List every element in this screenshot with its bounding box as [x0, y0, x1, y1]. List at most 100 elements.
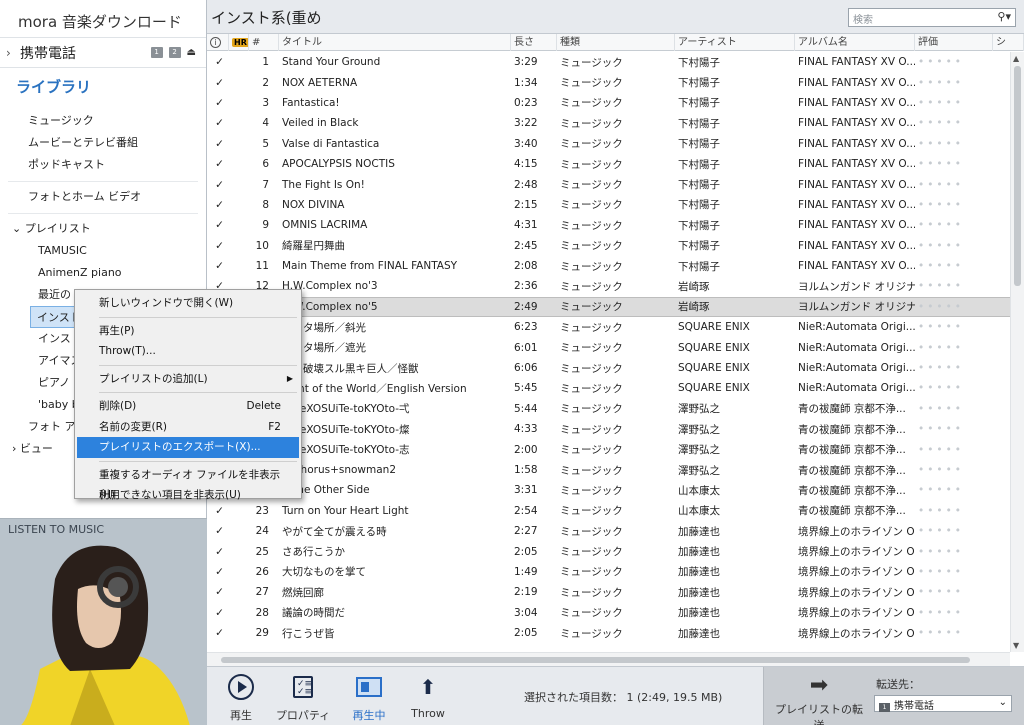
table-row[interactable]: ✓ 24 やがて全てが震える時 2:27 ミュージック 加藤達也 境界線上のホライゾン O.…: [207, 521, 1010, 541]
table-row[interactable]: ✓ 11 Main Theme from FINAL FANTASY 2:08 ミュージ…: [207, 256, 1010, 276]
table-row[interactable]: ✓ 1 Stand Your Ground 3:29 ミュージック 下村陽子 FINAL F…: [207, 52, 1010, 72]
rating-stars[interactable]: •••••: [915, 179, 993, 191]
menu-item-rename[interactable]: 名前の変更(R) F2: [75, 417, 301, 438]
rating-stars[interactable]: •••••: [915, 321, 993, 333]
table-row[interactable]: ✓Ue-eXOSUiTe-toKYOto-志2:00ミュージック澤野弘之青の祓魔…: [207, 439, 1010, 459]
checkbox-checked-icon[interactable]: ✓: [207, 158, 229, 170]
rating-stars[interactable]: •••••: [915, 97, 993, 109]
table-row[interactable]: ✓osphorus+snowman21:58ミュージック澤野弘之青の祓魔師 京都…: [207, 460, 1010, 480]
table-row[interactable]: ✓テラ破壊スル黒キ巨人／怪獣6:06ミュージックSQUARE ENIXNieR:…: [207, 358, 1010, 378]
table-row[interactable]: ✓Ue-eXOSUiTe-toKYOto-燦4:33ミュージック澤野弘之青の祓魔…: [207, 419, 1010, 439]
table-row[interactable]: ✓ 2 NOX AETERNA 1:34 ミュージック 下村陽子 FINAL FANTASY…: [207, 72, 1010, 92]
rating-stars[interactable]: •••••: [915, 342, 993, 354]
scroll-thumb[interactable]: [221, 657, 970, 663]
table-row[interactable]: ✓ 4 Veiled in Black 3:22 ミュージック 下村陽子 FINAL FAN…: [207, 113, 1010, 133]
sidebar-playlist-item[interactable]: TAMUSIC: [0, 240, 206, 262]
menu-item-export-playlist[interactable]: プレイリストのエクスポート(X)...: [77, 437, 299, 458]
column-info[interactable]: i: [207, 33, 229, 51]
checkbox-checked-icon[interactable]: ✓: [207, 77, 229, 89]
transfer-playlist-button[interactable]: ➡ プレイリストの転送: [774, 671, 864, 725]
checkbox-checked-icon[interactable]: ✓: [207, 566, 229, 578]
rating-stars[interactable]: •••••: [915, 627, 993, 639]
table-row[interactable]: ✓Ue-eXOSUiTe-toKYOto-弌5:44ミュージック澤野弘之青の祓魔…: [207, 399, 1010, 419]
checkbox-checked-icon[interactable]: ✓: [207, 586, 229, 598]
transfer-destination-select[interactable]: 1 携帯電話 ⌄: [874, 695, 1012, 712]
column-rating[interactable]: 評価: [915, 33, 993, 51]
menu-item-delete[interactable]: 削除(D) Delete: [75, 396, 301, 417]
checkbox-checked-icon[interactable]: ✓: [207, 97, 229, 109]
rating-stars[interactable]: •••••: [915, 158, 993, 170]
rating-stars[interactable]: •••••: [915, 505, 993, 517]
column-hr[interactable]: HR: [229, 33, 249, 51]
rating-stars[interactable]: •••••: [915, 382, 993, 394]
rating-stars[interactable]: •••••: [915, 444, 993, 456]
checkbox-checked-icon[interactable]: ✓: [207, 138, 229, 150]
menu-item-throw[interactable]: Throw(T)...: [75, 341, 301, 362]
menu-item-open-new-window[interactable]: 新しいウィンドウで開く(W): [75, 293, 301, 314]
table-row[interactable]: ✓eight of the World／English Version5:45ミ…: [207, 378, 1010, 398]
menu-item-play[interactable]: 再生(P): [75, 321, 301, 342]
rating-stars[interactable]: •••••: [915, 260, 993, 272]
rating-stars[interactable]: •••••: [915, 199, 993, 211]
rating-stars[interactable]: •••••: [915, 403, 993, 415]
rating-stars[interactable]: •••••: [915, 484, 993, 496]
horizontal-scrollbar[interactable]: [207, 652, 1010, 666]
sidebar-item-podcasts[interactable]: ポッドキャスト: [0, 154, 206, 176]
checkbox-checked-icon[interactable]: ✓: [207, 179, 229, 191]
checkbox-checked-icon[interactable]: ✓: [207, 219, 229, 231]
rating-stars[interactable]: •••••: [915, 362, 993, 374]
table-row[interactable]: ✓ 10 綺羅星円舞曲 2:45 ミュージック 下村陽子 FINAL FANTASY XV …: [207, 236, 1010, 256]
eject-icon[interactable]: ⏏: [187, 47, 196, 58]
table-row[interactable]: ✓サレタ場所／遮光6:01ミュージックSQUARE ENIXNieR:Autom…: [207, 337, 1010, 357]
table-row[interactable]: ✓ 7 The Fight Is On! 2:48 ミュージック 下村陽子 FINAL FA…: [207, 174, 1010, 194]
scroll-thumb[interactable]: [1014, 66, 1021, 286]
table-row[interactable]: ✓ 9 OMNIS LACRIMA 4:31 ミュージック 下村陽子 FINAL FANTA…: [207, 215, 1010, 235]
vertical-scrollbar[interactable]: ▲ ▼: [1010, 52, 1024, 652]
rating-stars[interactable]: •••••: [915, 56, 993, 68]
checkbox-checked-icon[interactable]: ✓: [207, 117, 229, 129]
library-heading[interactable]: ライブラリ: [0, 68, 206, 110]
table-row[interactable]: ✓ 3 Fantastica! 0:23 ミュージック 下村陽子 FINAL FANTASY…: [207, 93, 1010, 113]
column-length[interactable]: 長さ: [511, 33, 557, 51]
rating-stars[interactable]: •••••: [915, 546, 993, 558]
sidebar-playlist-group[interactable]: ⌄ プレイリスト: [0, 218, 206, 240]
properties-button[interactable]: ✓≡ ✓≡ プロパティ: [273, 671, 333, 723]
device-slot-1-icon[interactable]: 1: [150, 47, 163, 58]
menu-item-add-to-playlist[interactable]: プレイリストの追加(L) ▶: [75, 369, 301, 390]
checkbox-checked-icon[interactable]: ✓: [207, 627, 229, 639]
rating-stars[interactable]: •••••: [915, 464, 993, 476]
now-playing-button[interactable]: 再生中: [339, 671, 399, 723]
checkbox-checked-icon[interactable]: ✓: [207, 199, 229, 211]
table-row[interactable]: ✓ 23 Turn on Your Heart Light 2:54 ミュージック 山本康…: [207, 501, 1010, 521]
rating-stars[interactable]: •••••: [915, 280, 993, 292]
play-button[interactable]: 再生: [211, 671, 271, 723]
device-slot-2-icon[interactable]: 2: [168, 47, 181, 58]
checkbox-checked-icon[interactable]: ✓: [207, 546, 229, 558]
checkbox-checked-icon[interactable]: ✓: [207, 240, 229, 252]
rating-stars[interactable]: •••••: [915, 117, 993, 129]
menu-item-hide-duplicates[interactable]: 重複するオーディオ ファイルを非表示(H): [75, 465, 301, 502]
rating-stars[interactable]: •••••: [915, 240, 993, 252]
checkbox-checked-icon[interactable]: ✓: [207, 56, 229, 68]
column-extra[interactable]: シ: [993, 33, 1024, 51]
checkbox-checked-icon[interactable]: ✓: [207, 260, 229, 272]
device-node[interactable]: › 携帯電話 1 2 ⏏: [0, 38, 206, 68]
column-title[interactable]: タイトル: [279, 33, 511, 51]
column-kind[interactable]: 種類: [557, 33, 675, 51]
table-row[interactable]: ✓ 27 燃焼回廊 2:19 ミュージック 加藤達也 境界線上のホライゾン O... ••••…: [207, 582, 1010, 602]
table-row[interactable]: ✓ 29 行こうぜ皆 2:05 ミュージック 加藤達也 境界線上のホライゾン O... •••…: [207, 623, 1010, 643]
table-row[interactable]: ✓ 26 大切なものを掌て 1:49 ミュージック 加藤達也 境界線上のホライゾン O...…: [207, 562, 1010, 582]
rating-stars[interactable]: •••••: [915, 138, 993, 150]
rating-stars[interactable]: •••••: [915, 607, 993, 619]
rating-stars[interactable]: •••••: [915, 219, 993, 231]
table-row[interactable]: ✓ 6 APOCALYPSIS NOCTIS 4:15 ミュージック 下村陽子 FINAL …: [207, 154, 1010, 174]
rating-stars[interactable]: •••••: [915, 586, 993, 598]
throw-button[interactable]: ⬆ Throw: [398, 671, 458, 720]
sidebar-playlist-item[interactable]: AnimenZ piano: [0, 262, 206, 284]
search-input[interactable]: 検索 ⚲▾: [848, 8, 1016, 27]
table-row[interactable]: ✓N the Other Side3:31ミュージック山本康太青の祓魔師 京都不…: [207, 480, 1010, 500]
checkbox-checked-icon[interactable]: ✓: [207, 505, 229, 517]
checkbox-checked-icon[interactable]: ✓: [207, 607, 229, 619]
menu-item-hide-unavailable[interactable]: 利用できない項目を非表示(U): [75, 485, 301, 506]
table-row[interactable]: ✓ 28 議論の時間だ 3:04 ミュージック 加藤達也 境界線上のホライゾン O... ••…: [207, 603, 1010, 623]
